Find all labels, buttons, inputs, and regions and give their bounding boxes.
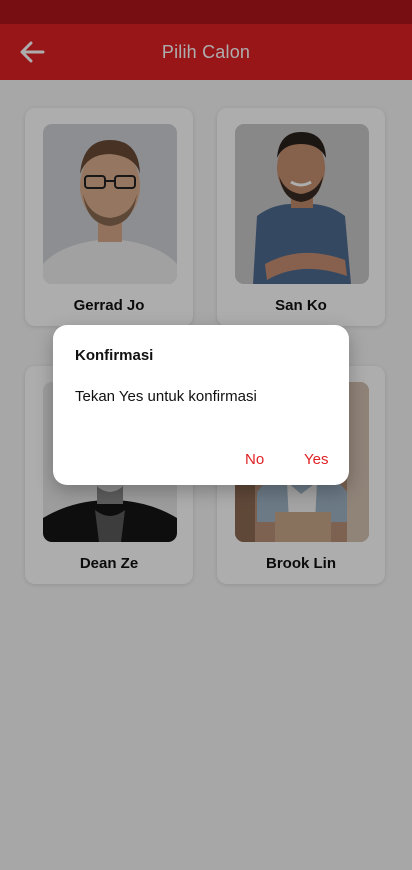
yes-button[interactable]: Yes [304, 451, 328, 468]
dialog-title: Konfirmasi [75, 347, 154, 364]
no-button[interactable]: No [245, 451, 264, 468]
dialog-message: Tekan Yes untuk konfirmasi [75, 388, 257, 405]
confirmation-dialog: Konfirmasi Tekan Yes untuk konfirmasi No… [53, 325, 349, 485]
